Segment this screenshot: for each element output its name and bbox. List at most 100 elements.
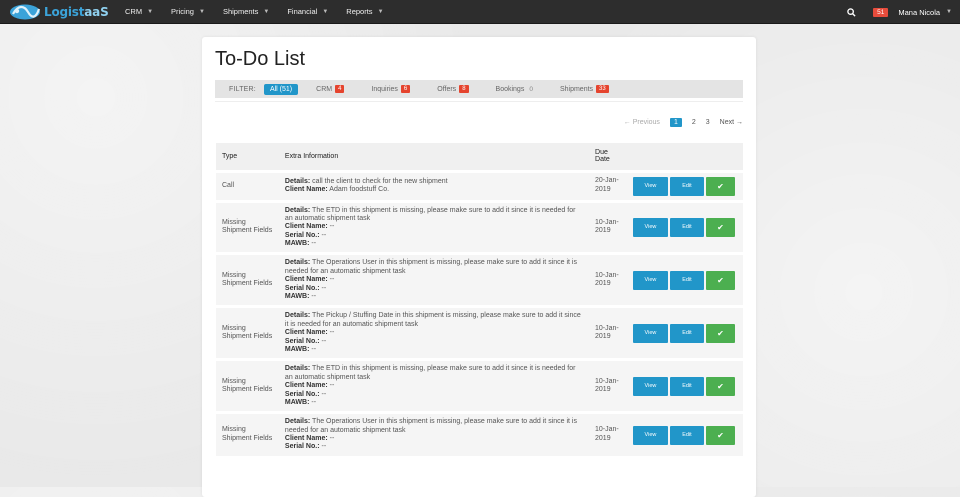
info-value-serial: -- [319,443,327,451]
filter-tab-crm[interactable]: CRM 4 [316,85,345,93]
view-button[interactable]: View [632,270,668,290]
mark-done-button[interactable]: ✔ [705,176,735,196]
info-line-client: Client Name: -- [285,329,583,337]
action-buttons: View Edit ✔ [632,176,737,196]
info-line-serial: Serial No.: -- [285,285,583,293]
info-label-serial: Serial No.: [284,231,320,239]
edit-button[interactable]: Edit [669,270,704,290]
table-row: Missing Shipment Fields Details: The Oper… [216,411,743,456]
previous-page-link[interactable]: ← Previous [624,119,660,126]
action-buttons: View Edit ✔ [632,323,737,343]
pagination: ← Previous 1 2 3 Next → [624,118,743,127]
info-value-mawb: -- [309,293,317,301]
info-line-details: Details: The Operations User in this shi… [285,259,583,276]
count-badge: 33 [596,85,609,93]
logo[interactable]: LogistaaS [0,0,116,24]
info-value-mawb: -- [309,345,317,353]
info-label-client: Client Name: [284,435,328,443]
nav-item-financial[interactable]: Financial ▼ [278,0,337,24]
view-button[interactable]: View [632,323,668,343]
search-button[interactable] [839,0,863,24]
edit-button[interactable]: Edit [669,425,704,445]
info-label-client: Client Name: [284,186,328,193]
info-line-serial: Serial No.: -- [285,232,583,240]
page-link-1[interactable]: 1 [669,118,682,127]
filter-tab-inquiries[interactable]: Inquiries 6 [371,85,411,93]
info-line-serial: Serial No.: -- [285,338,583,346]
view-button[interactable]: View [632,376,668,396]
table-row: Missing Shipment Fields Details: The Oper… [216,252,743,307]
todo-extra-info: Details: The Operations User in this shi… [278,252,590,307]
info-value-client: -- [327,435,335,443]
info-value-client: Adam foodstuff Co. [327,186,390,193]
filter-tab-shipments[interactable]: Shipments 33 [560,85,609,93]
user-menu[interactable]: Mana Nicola ▼ [898,8,960,17]
info-value-details: The Operations User in this shipment is … [284,259,577,275]
table-row: Missing Shipment Fields Details: The ETD … [216,358,743,413]
column-header-info: Extra Information [278,143,590,171]
chevron-down-icon: ▼ [147,8,154,15]
todo-extra-info: Details: The Pickup / Stuffing Date in t… [278,305,590,360]
info-line-details: Details: The Pickup / Stuffing Date in t… [285,312,583,329]
todo-actions: View Edit ✔ [626,305,743,360]
view-button[interactable]: View [632,425,668,445]
info-value-serial: -- [319,231,327,239]
info-value-client: -- [327,276,335,284]
todo-actions: View Edit ✔ [626,411,743,456]
todo-card: To-Do List FILTER: All (51) CRM 4 Inquiri… [202,37,756,497]
view-button[interactable]: View [632,217,668,237]
info-line-mawb: MAWB: -- [285,240,583,248]
todo-type: Missing Shipment Fields [216,252,279,307]
info-label-details: Details: [284,365,311,373]
mark-done-button[interactable]: ✔ [705,425,735,445]
table-row: Missing Shipment Fields Details: The ETD … [216,199,743,254]
info-line-details: Details: The Operations User in this shi… [285,418,583,435]
chevron-down-icon: ▼ [322,8,329,15]
info-line-details: Details: The ETD in this shipment is mis… [285,365,583,382]
edit-button[interactable]: Edit [669,176,704,196]
info-value-client: -- [327,329,335,337]
mark-done-button[interactable]: ✔ [705,270,735,290]
action-buttons: View Edit ✔ [632,270,737,290]
info-value-serial: -- [319,337,327,345]
todo-extra-info: Details: The Operations User in this shi… [278,411,590,456]
next-page-link[interactable]: Next → [720,119,743,126]
page-link-2[interactable]: 2 [692,119,696,126]
todo-actions: View Edit ✔ [626,169,743,201]
page-link-3[interactable]: 3 [706,119,710,126]
mark-done-button[interactable]: ✔ [705,376,735,396]
todo-due-date: 10-Jan-2019 [589,411,627,456]
info-label-details: Details: [284,418,311,426]
info-value-mawb: -- [309,240,317,248]
action-buttons: View Edit ✔ [632,217,737,237]
notification-badge[interactable]: 51 [873,7,889,17]
nav-item-crm[interactable]: CRM ▼ [116,0,162,24]
table-header-row: Type Extra Information Due Date [216,143,743,171]
todo-due-date: 20-Jan-2019 [589,169,627,201]
column-header-due-date: Due Date [589,143,627,171]
nav-item-pricing[interactable]: Pricing ▼ [162,0,214,24]
info-value-details: call the client to check for the new shi… [310,177,448,185]
filter-label: FILTER: [229,85,256,93]
edit-button[interactable]: Edit [669,217,704,237]
view-button[interactable]: View [632,176,668,196]
info-value-details: The ETD in this shipment is missing, ple… [284,365,576,381]
info-line-mawb: MAWB: -- [285,399,583,407]
info-value-serial: -- [319,284,327,292]
todo-table: Type Extra Information Due Date Call Deta… [216,143,743,456]
edit-button[interactable]: Edit [669,376,704,396]
mark-done-button[interactable]: ✔ [705,217,735,237]
page-title: To-Do List [215,48,306,70]
info-line-mawb: MAWB: -- [285,346,583,354]
info-label-mawb: MAWB: [284,293,310,301]
filter-tab-bookings[interactable]: Bookings 0 [496,86,533,93]
column-header-actions [626,143,743,171]
filter-tab-all[interactable]: All (51) [263,83,299,95]
nav-item-reports[interactable]: Reports ▼ [337,0,392,24]
mark-done-button[interactable]: ✔ [705,323,735,343]
nav-item-shipments[interactable]: Shipments ▼ [214,0,278,24]
filter-tab-offers[interactable]: Offers 8 [437,85,469,93]
info-line-client: Client Name: -- [285,382,583,390]
info-line-details: Details: The ETD in this shipment is mis… [285,207,583,224]
edit-button[interactable]: Edit [669,323,704,343]
